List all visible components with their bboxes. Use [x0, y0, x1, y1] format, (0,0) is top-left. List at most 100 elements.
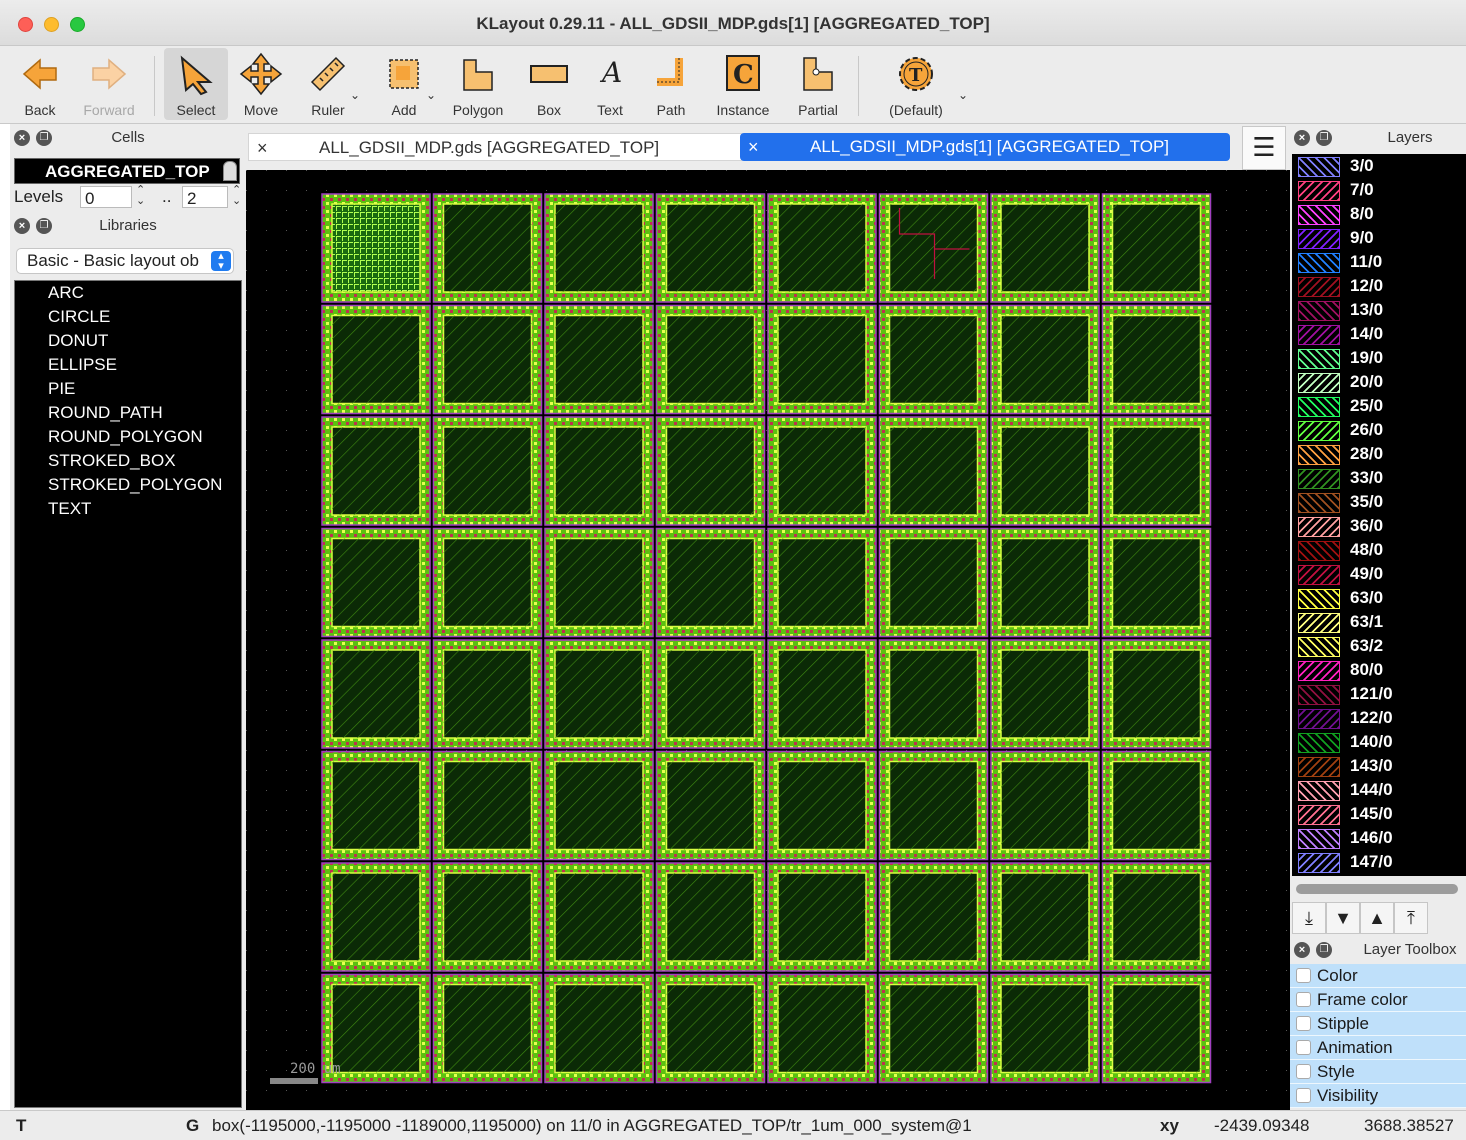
select-button[interactable]: Select: [164, 48, 228, 120]
layer-row[interactable]: 14/0: [1292, 322, 1466, 346]
close-icon[interactable]: ×: [1294, 130, 1310, 146]
layer-row[interactable]: 35/0: [1292, 490, 1466, 514]
layer-row[interactable]: 144/0: [1292, 778, 1466, 802]
die-cell[interactable]: [990, 193, 1100, 303]
toolbox-frame-color[interactable]: Frame color: [1290, 988, 1466, 1012]
list-item[interactable]: ROUND_PATH: [15, 401, 241, 425]
die-cell[interactable]: [990, 750, 1100, 861]
add-button[interactable]: Add ⌄: [374, 48, 436, 120]
list-item[interactable]: STROKED_BOX: [15, 449, 241, 473]
die-cell[interactable]: [655, 973, 766, 1084]
toolbox-stipple[interactable]: Stipple: [1290, 1012, 1466, 1036]
close-icon[interactable]: ×: [748, 133, 759, 161]
die-cell[interactable]: [1101, 193, 1212, 303]
level-from-input[interactable]: 0: [80, 186, 132, 208]
die-cell[interactable]: [1101, 639, 1212, 749]
die-cell[interactable]: [878, 750, 989, 861]
checkbox[interactable]: [1296, 992, 1311, 1007]
move-to-top-icon[interactable]: ⤒: [1394, 902, 1428, 934]
layer-row[interactable]: 20/0: [1292, 370, 1466, 394]
list-item[interactable]: ELLIPSE: [15, 353, 241, 377]
layer-row[interactable]: 147/0: [1292, 850, 1466, 874]
polygon-button[interactable]: Polygon: [448, 48, 508, 120]
text-button[interactable]: A Text: [588, 48, 632, 120]
layer-row[interactable]: 28/0: [1292, 442, 1466, 466]
die-cell[interactable]: [878, 639, 989, 749]
die-cell[interactable]: [655, 750, 766, 861]
hamburger-menu-icon[interactable]: ☰: [1242, 126, 1286, 170]
die-cell[interactable]: [321, 416, 431, 526]
die-cell[interactable]: [990, 527, 1100, 638]
die-cell[interactable]: [432, 527, 543, 638]
layer-row[interactable]: 146/0: [1292, 826, 1466, 850]
checkbox[interactable]: [1296, 1040, 1311, 1055]
die-cell[interactable]: [432, 416, 543, 526]
die-cell[interactable]: [655, 527, 766, 638]
die-cell[interactable]: [321, 639, 431, 749]
die-cell[interactable]: [767, 639, 877, 749]
toolbox-animation[interactable]: Animation: [1290, 1036, 1466, 1060]
layer-row[interactable]: 26/0: [1292, 418, 1466, 442]
layer-row[interactable]: 145/0: [1292, 802, 1466, 826]
die-cell[interactable]: [1101, 750, 1212, 861]
die-cell[interactable]: [1101, 416, 1212, 526]
layer-list[interactable]: 3/0 7/0 8/0 9/0 11/0 12/0 13/0 14/0 19/0 20/0 25/0…: [1292, 154, 1466, 876]
die-cell[interactable]: [878, 416, 989, 526]
chevron-down-icon[interactable]: ⌄: [350, 88, 360, 102]
die-cell[interactable]: [432, 639, 543, 749]
die-cell[interactable]: [544, 193, 654, 303]
checkbox[interactable]: [1296, 968, 1311, 983]
die-cell[interactable]: [655, 639, 766, 749]
toolbox-style[interactable]: Style: [1290, 1060, 1466, 1084]
tab-layout-1[interactable]: × ALL_GDSII_MDP.gds[1] [AGGREGATED_TOP]: [740, 133, 1230, 161]
library-cell-list[interactable]: ARC CIRCLE DONUT ELLIPSE PIE ROUND_PATH …: [14, 280, 242, 1108]
layer-row[interactable]: 121/0: [1292, 682, 1466, 706]
float-icon[interactable]: ❐: [1316, 942, 1332, 958]
die-cell[interactable]: [544, 973, 654, 1084]
checkbox[interactable]: [1296, 1088, 1311, 1103]
die-cell[interactable]: [321, 193, 431, 303]
die-cell[interactable]: [1101, 527, 1212, 638]
layer-row[interactable]: 49/0: [1292, 562, 1466, 586]
die-cell[interactable]: [432, 193, 543, 303]
list-item[interactable]: STROKED_POLYGON: [15, 473, 241, 497]
die-cell[interactable]: [544, 639, 654, 749]
die-cell[interactable]: [321, 527, 431, 638]
die-cell[interactable]: [432, 973, 543, 1084]
die-cell[interactable]: [990, 416, 1100, 526]
instance-button[interactable]: C Instance: [712, 48, 774, 120]
forward-button[interactable]: Forward: [78, 48, 140, 120]
toolbox-visibility[interactable]: Visibility: [1290, 1084, 1466, 1108]
chevron-down-icon[interactable]: ⌄: [426, 88, 436, 102]
die-cell[interactable]: [990, 639, 1100, 749]
die-cell[interactable]: [767, 527, 877, 638]
library-select[interactable]: Basic - Basic layout ob ▴ ▾: [16, 248, 234, 274]
die-cell[interactable]: [878, 193, 989, 303]
layer-row[interactable]: 33/0: [1292, 466, 1466, 490]
die-cell[interactable]: [878, 527, 989, 638]
die-cell[interactable]: [1101, 304, 1212, 415]
box-button[interactable]: Box: [524, 48, 574, 120]
list-item[interactable]: DONUT: [15, 329, 241, 353]
current-cell-item[interactable]: AGGREGATED_TOP: [14, 158, 240, 184]
layer-row[interactable]: 3/0: [1292, 154, 1466, 178]
float-icon[interactable]: ❐: [36, 130, 52, 146]
layer-row[interactable]: 8/0: [1292, 202, 1466, 226]
default-macro-button[interactable]: T (Default) ⌄: [880, 48, 968, 120]
die-cell[interactable]: [544, 750, 654, 861]
die-cell[interactable]: [432, 304, 543, 415]
layer-row[interactable]: 11/0: [1292, 250, 1466, 274]
die-cell[interactable]: [767, 862, 877, 972]
close-icon[interactable]: ×: [1294, 942, 1310, 958]
level-from-stepper[interactable]: ⌃ ⌄: [136, 185, 145, 207]
layer-row[interactable]: 63/1: [1292, 610, 1466, 634]
die-cell[interactable]: [655, 416, 766, 526]
die-cell[interactable]: [544, 862, 654, 972]
layer-row[interactable]: 19/0: [1292, 346, 1466, 370]
die-cell[interactable]: [767, 193, 877, 303]
checkbox[interactable]: [1296, 1064, 1311, 1079]
die-cell[interactable]: [878, 973, 989, 1084]
die-cell[interactable]: [655, 862, 766, 972]
die-cell[interactable]: [1101, 973, 1212, 1084]
die-cell[interactable]: [878, 304, 989, 415]
